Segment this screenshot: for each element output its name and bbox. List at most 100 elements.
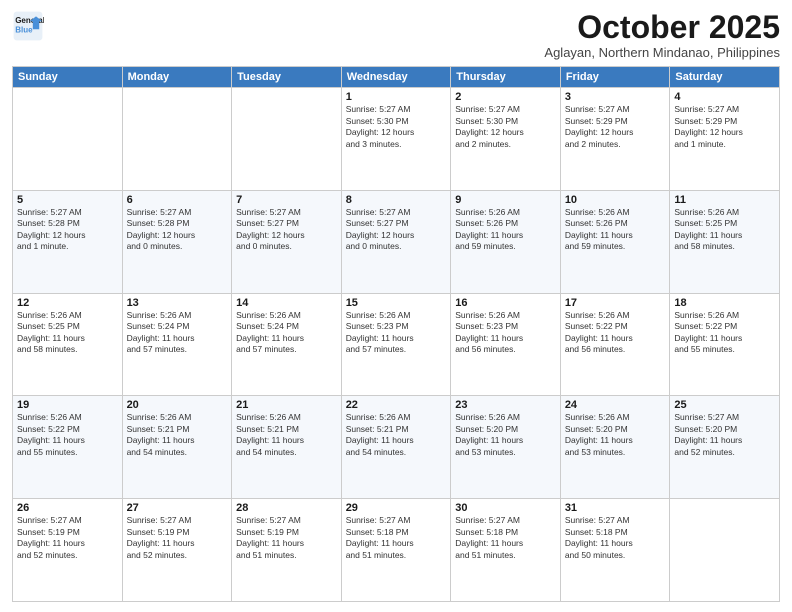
day-number: 11	[674, 194, 775, 206]
day-number: 19	[17, 399, 118, 411]
day-info: Sunrise: 5:26 AM Sunset: 5:23 PM Dayligh…	[455, 310, 556, 356]
day-number: 26	[17, 502, 118, 514]
day-info: Sunrise: 5:26 AM Sunset: 5:22 PM Dayligh…	[674, 310, 775, 356]
table-row	[13, 88, 123, 191]
table-row: 28Sunrise: 5:27 AM Sunset: 5:19 PM Dayli…	[232, 499, 342, 602]
table-row: 6Sunrise: 5:27 AM Sunset: 5:28 PM Daylig…	[122, 190, 232, 293]
day-info: Sunrise: 5:26 AM Sunset: 5:21 PM Dayligh…	[236, 412, 337, 458]
day-info: Sunrise: 5:27 AM Sunset: 5:30 PM Dayligh…	[346, 104, 447, 150]
table-row: 30Sunrise: 5:27 AM Sunset: 5:18 PM Dayli…	[451, 499, 561, 602]
day-info: Sunrise: 5:27 AM Sunset: 5:29 PM Dayligh…	[674, 104, 775, 150]
day-info: Sunrise: 5:27 AM Sunset: 5:19 PM Dayligh…	[17, 515, 118, 561]
table-row: 25Sunrise: 5:27 AM Sunset: 5:20 PM Dayli…	[670, 396, 780, 499]
day-number: 4	[674, 91, 775, 103]
table-row: 26Sunrise: 5:27 AM Sunset: 5:19 PM Dayli…	[13, 499, 123, 602]
table-row: 9Sunrise: 5:26 AM Sunset: 5:26 PM Daylig…	[451, 190, 561, 293]
day-info: Sunrise: 5:27 AM Sunset: 5:28 PM Dayligh…	[17, 207, 118, 253]
day-info: Sunrise: 5:27 AM Sunset: 5:18 PM Dayligh…	[455, 515, 556, 561]
day-info: Sunrise: 5:26 AM Sunset: 5:26 PM Dayligh…	[565, 207, 666, 253]
day-number: 14	[236, 297, 337, 309]
table-row: 24Sunrise: 5:26 AM Sunset: 5:20 PM Dayli…	[560, 396, 670, 499]
day-number: 21	[236, 399, 337, 411]
day-number: 25	[674, 399, 775, 411]
day-info: Sunrise: 5:26 AM Sunset: 5:21 PM Dayligh…	[346, 412, 447, 458]
calendar-week-row: 5Sunrise: 5:27 AM Sunset: 5:28 PM Daylig…	[13, 190, 780, 293]
day-info: Sunrise: 5:26 AM Sunset: 5:24 PM Dayligh…	[236, 310, 337, 356]
table-row: 18Sunrise: 5:26 AM Sunset: 5:22 PM Dayli…	[670, 293, 780, 396]
day-number: 17	[565, 297, 666, 309]
day-info: Sunrise: 5:27 AM Sunset: 5:30 PM Dayligh…	[455, 104, 556, 150]
table-row: 22Sunrise: 5:26 AM Sunset: 5:21 PM Dayli…	[341, 396, 451, 499]
day-number: 6	[127, 194, 228, 206]
day-number: 24	[565, 399, 666, 411]
day-info: Sunrise: 5:27 AM Sunset: 5:19 PM Dayligh…	[127, 515, 228, 561]
col-friday: Friday	[560, 67, 670, 88]
table-row: 2Sunrise: 5:27 AM Sunset: 5:30 PM Daylig…	[451, 88, 561, 191]
calendar-week-row: 1Sunrise: 5:27 AM Sunset: 5:30 PM Daylig…	[13, 88, 780, 191]
header: General Blue October 2025 Aglayan, North…	[12, 10, 780, 60]
day-info: Sunrise: 5:27 AM Sunset: 5:27 PM Dayligh…	[236, 207, 337, 253]
col-sunday: Sunday	[13, 67, 123, 88]
logo: General Blue	[12, 10, 44, 42]
day-number: 2	[455, 91, 556, 103]
table-row	[122, 88, 232, 191]
svg-text:Blue: Blue	[15, 25, 33, 34]
col-thursday: Thursday	[451, 67, 561, 88]
col-tuesday: Tuesday	[232, 67, 342, 88]
table-row: 19Sunrise: 5:26 AM Sunset: 5:22 PM Dayli…	[13, 396, 123, 499]
calendar-week-row: 12Sunrise: 5:26 AM Sunset: 5:25 PM Dayli…	[13, 293, 780, 396]
table-row: 4Sunrise: 5:27 AM Sunset: 5:29 PM Daylig…	[670, 88, 780, 191]
table-row: 20Sunrise: 5:26 AM Sunset: 5:21 PM Dayli…	[122, 396, 232, 499]
day-info: Sunrise: 5:26 AM Sunset: 5:21 PM Dayligh…	[127, 412, 228, 458]
day-info: Sunrise: 5:26 AM Sunset: 5:25 PM Dayligh…	[17, 310, 118, 356]
table-row: 11Sunrise: 5:26 AM Sunset: 5:25 PM Dayli…	[670, 190, 780, 293]
day-number: 18	[674, 297, 775, 309]
day-info: Sunrise: 5:27 AM Sunset: 5:29 PM Dayligh…	[565, 104, 666, 150]
day-info: Sunrise: 5:27 AM Sunset: 5:20 PM Dayligh…	[674, 412, 775, 458]
day-number: 23	[455, 399, 556, 411]
calendar-week-row: 26Sunrise: 5:27 AM Sunset: 5:19 PM Dayli…	[13, 499, 780, 602]
day-info: Sunrise: 5:26 AM Sunset: 5:24 PM Dayligh…	[127, 310, 228, 356]
table-row: 23Sunrise: 5:26 AM Sunset: 5:20 PM Dayli…	[451, 396, 561, 499]
day-info: Sunrise: 5:27 AM Sunset: 5:27 PM Dayligh…	[346, 207, 447, 253]
table-row	[232, 88, 342, 191]
table-row: 15Sunrise: 5:26 AM Sunset: 5:23 PM Dayli…	[341, 293, 451, 396]
day-number: 1	[346, 91, 447, 103]
day-number: 5	[17, 194, 118, 206]
month-title: October 2025	[544, 10, 780, 45]
day-number: 27	[127, 502, 228, 514]
page: General Blue October 2025 Aglayan, North…	[0, 0, 792, 612]
day-number: 16	[455, 297, 556, 309]
table-row: 27Sunrise: 5:27 AM Sunset: 5:19 PM Dayli…	[122, 499, 232, 602]
col-saturday: Saturday	[670, 67, 780, 88]
col-wednesday: Wednesday	[341, 67, 451, 88]
day-number: 12	[17, 297, 118, 309]
title-block: October 2025 Aglayan, Northern Mindanao,…	[544, 10, 780, 60]
day-number: 31	[565, 502, 666, 514]
day-info: Sunrise: 5:26 AM Sunset: 5:22 PM Dayligh…	[17, 412, 118, 458]
logo-icon: General Blue	[12, 10, 44, 42]
day-number: 3	[565, 91, 666, 103]
calendar-table: Sunday Monday Tuesday Wednesday Thursday…	[12, 66, 780, 602]
calendar-header-row: Sunday Monday Tuesday Wednesday Thursday…	[13, 67, 780, 88]
day-number: 30	[455, 502, 556, 514]
day-number: 15	[346, 297, 447, 309]
day-number: 8	[346, 194, 447, 206]
day-number: 22	[346, 399, 447, 411]
location: Aglayan, Northern Mindanao, Philippines	[544, 45, 780, 60]
table-row: 1Sunrise: 5:27 AM Sunset: 5:30 PM Daylig…	[341, 88, 451, 191]
table-row	[670, 499, 780, 602]
table-row: 31Sunrise: 5:27 AM Sunset: 5:18 PM Dayli…	[560, 499, 670, 602]
day-number: 20	[127, 399, 228, 411]
table-row: 21Sunrise: 5:26 AM Sunset: 5:21 PM Dayli…	[232, 396, 342, 499]
calendar-week-row: 19Sunrise: 5:26 AM Sunset: 5:22 PM Dayli…	[13, 396, 780, 499]
table-row: 14Sunrise: 5:26 AM Sunset: 5:24 PM Dayli…	[232, 293, 342, 396]
table-row: 7Sunrise: 5:27 AM Sunset: 5:27 PM Daylig…	[232, 190, 342, 293]
day-number: 29	[346, 502, 447, 514]
day-info: Sunrise: 5:26 AM Sunset: 5:20 PM Dayligh…	[455, 412, 556, 458]
table-row: 16Sunrise: 5:26 AM Sunset: 5:23 PM Dayli…	[451, 293, 561, 396]
day-number: 9	[455, 194, 556, 206]
day-info: Sunrise: 5:26 AM Sunset: 5:26 PM Dayligh…	[455, 207, 556, 253]
table-row: 5Sunrise: 5:27 AM Sunset: 5:28 PM Daylig…	[13, 190, 123, 293]
table-row: 29Sunrise: 5:27 AM Sunset: 5:18 PM Dayli…	[341, 499, 451, 602]
